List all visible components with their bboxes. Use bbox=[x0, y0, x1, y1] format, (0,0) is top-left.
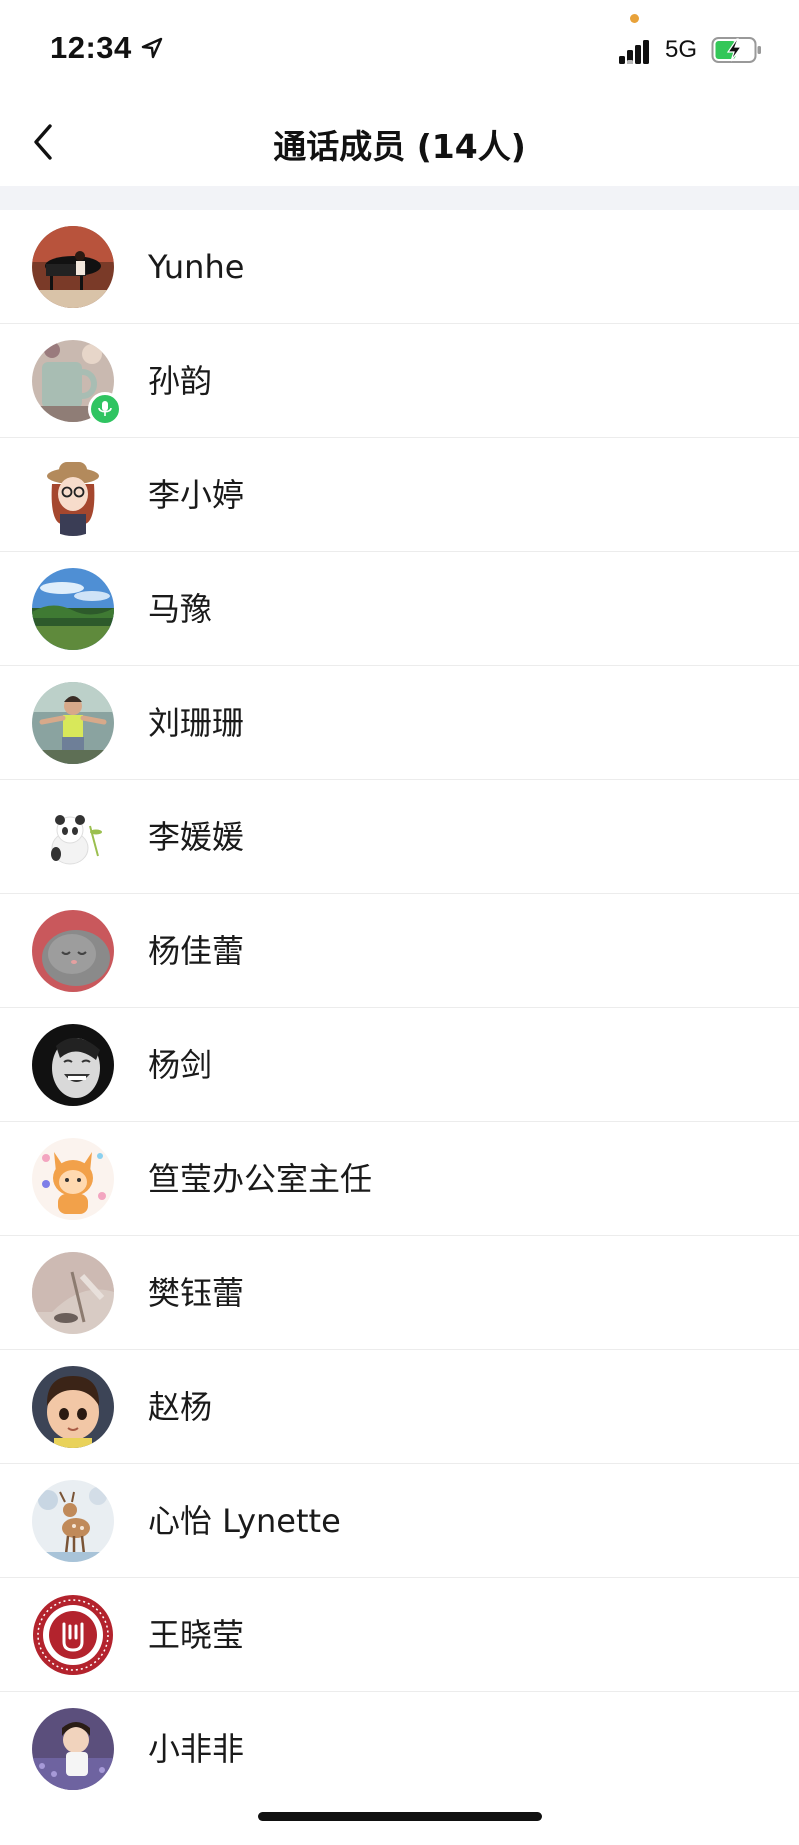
member-name: 樊钰蕾 bbox=[148, 1274, 245, 1312]
member-row[interactable]: 杨佳蕾 bbox=[0, 894, 799, 1008]
location-arrow-icon bbox=[141, 37, 163, 59]
page-title: 通话成员 (14人) bbox=[273, 127, 526, 166]
member-row[interactable]: 笪莹办公室主任 bbox=[0, 1122, 799, 1236]
member-avatar bbox=[32, 568, 114, 650]
home-indicator[interactable] bbox=[258, 1812, 542, 1821]
member-row[interactable]: 刘珊珊 bbox=[0, 666, 799, 780]
section-separator bbox=[0, 186, 799, 210]
member-avatar bbox=[32, 1024, 114, 1106]
member-row[interactable]: 心怡 Lynette bbox=[0, 1464, 799, 1578]
member-name: 王晓莹 bbox=[148, 1616, 245, 1654]
member-avatar bbox=[32, 796, 114, 878]
cellular-signal-icon bbox=[619, 40, 649, 64]
member-avatar bbox=[32, 682, 114, 764]
microphone-icon bbox=[98, 401, 112, 416]
network-type-label: 5G bbox=[665, 36, 698, 63]
member-row[interactable]: Yunhe bbox=[0, 210, 799, 324]
member-row[interactable]: 樊钰蕾 bbox=[0, 1236, 799, 1350]
member-name: 心怡 Lynette bbox=[148, 1502, 341, 1540]
member-row[interactable]: 马豫 bbox=[0, 552, 799, 666]
member-row[interactable]: 赵杨 bbox=[0, 1350, 799, 1464]
member-name: 赵杨 bbox=[148, 1388, 213, 1426]
member-name: 小非非 bbox=[148, 1730, 245, 1768]
member-avatar bbox=[32, 1252, 114, 1334]
member-name: 孙韵 bbox=[148, 362, 213, 400]
member-name: 马豫 bbox=[148, 590, 213, 628]
status-time: 12:34 bbox=[50, 30, 132, 65]
member-row[interactable]: 杨剑 bbox=[0, 1008, 799, 1122]
call-member-list: Yunhe 孙韵 李小婷 马豫 刘珊珊 李媛媛 杨佳蕾 杨剑 笪莹办公室主任 樊… bbox=[0, 210, 799, 1806]
member-name: 李媛媛 bbox=[148, 818, 245, 856]
speaking-badge bbox=[88, 392, 122, 426]
member-avatar bbox=[32, 1138, 114, 1220]
member-name: Yunhe bbox=[148, 248, 245, 286]
member-name: 杨佳蕾 bbox=[148, 932, 245, 970]
member-avatar bbox=[32, 910, 114, 992]
privacy-indicator-dot bbox=[630, 14, 639, 23]
status-bar: 12:34 5G bbox=[0, 0, 799, 100]
navigation-bar: 通话成员 (14人) bbox=[0, 100, 799, 186]
member-row[interactable]: 小非非 bbox=[0, 1692, 799, 1806]
member-row[interactable]: 李媛媛 bbox=[0, 780, 799, 894]
member-row[interactable]: 孙韵 bbox=[0, 324, 799, 438]
member-name: 杨剑 bbox=[148, 1046, 213, 1084]
battery-charging-icon bbox=[711, 37, 761, 63]
member-avatar bbox=[32, 1708, 114, 1790]
member-avatar bbox=[32, 1594, 114, 1676]
member-name: 李小婷 bbox=[148, 476, 245, 514]
member-row[interactable]: 李小婷 bbox=[0, 438, 799, 552]
member-avatar bbox=[32, 226, 114, 308]
member-name: 刘珊珊 bbox=[148, 704, 245, 742]
member-avatar bbox=[32, 1480, 114, 1562]
member-avatar bbox=[32, 1366, 114, 1448]
member-row[interactable]: 王晓莹 bbox=[0, 1578, 799, 1692]
member-avatar bbox=[32, 454, 114, 536]
member-name: 笪莹办公室主任 bbox=[148, 1160, 373, 1198]
